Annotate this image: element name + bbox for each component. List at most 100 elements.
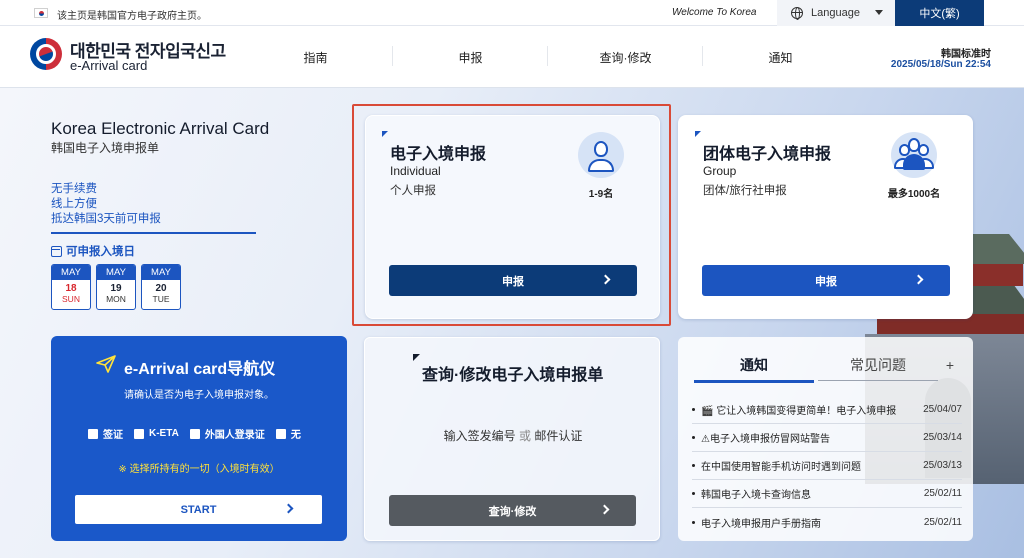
inquiry-desc-part: 邮件认证 [534,429,583,443]
date-card[interactable]: MAY 18 SUN [51,264,91,310]
notice-title: 🎬 它让入境韩国变得更简单！电子入境申报 [701,406,897,417]
calendar-icon [51,245,62,257]
inquiry-title: 查询·修改电子入境申报单 [422,367,604,384]
date-month: MAY [142,265,180,280]
bullet-icon [692,464,695,467]
checkbox-label: 外国人登录证 [204,430,265,441]
nav-notice[interactable]: 通知 [703,26,858,88]
inquiry-card: 查询·修改电子入境申报单 输入签发编号 或 邮件认证 查询·修改 [364,337,660,541]
globe-icon [791,7,803,20]
tab-notice[interactable]: 通知 [694,351,814,383]
site-header: 대한민국 전자입국신고 e-Arrival card 指南 申报 查询·修改 通… [0,26,1024,88]
language-label: Language [811,7,860,19]
welcome-text: Welcome To Korea [672,7,757,18]
benefit-list: 无手续费 线上方便 抵达韩国3天前可申报 [51,182,161,227]
button-label: 申报 [502,275,524,288]
chevron-right-icon [599,504,610,515]
top-utility-bar: 该主页是韩国官方电子政府主页。 Welcome To Korea Languag… [0,0,1024,26]
bullet-icon [692,436,695,439]
dates-label-text: 可申报入境日 [66,246,135,258]
date-card[interactable]: MAY 20 TUE [141,264,181,310]
bullet-icon [692,408,695,411]
language-select[interactable]: Language [777,0,895,26]
group-icon [891,132,937,178]
corner-marker-icon [382,131,388,137]
date-month: MAY [97,265,135,280]
more-plus-icon[interactable]: + [946,357,954,373]
bullet-icon [692,520,695,524]
checkbox-label: K-ETA [149,428,179,439]
navigator-title: e-Arrival card导航仪 [124,361,276,378]
card-title: 电子入境申报 [390,146,487,163]
tab-faq[interactable]: 常见问题 [818,351,938,381]
inquiry-desc-or: 或 [518,429,531,443]
chevron-right-icon [283,503,294,514]
notice-date: 25/02/11 [923,516,962,528]
individual-apply-button[interactable]: 申报 [389,265,637,296]
button-label: START [180,503,217,516]
button-label: 查询·修改 [488,505,537,518]
checkbox-alien-registration[interactable]: 外国人登录证 [189,426,265,441]
notice-title: 电子入境申报用户手册指南 [701,518,821,530]
date-card[interactable]: MAY 19 MON [96,264,136,310]
intro-divider [51,232,256,234]
current-language-button[interactable]: 中文(繁) [895,0,984,26]
inquiry-desc-part: 输入签发编号 [443,429,516,443]
main-nav: 指南 申报 查询·修改 通知 [238,26,858,88]
document-checkboxes: 签证 K-ETA 外国人登录证 无 [88,426,301,441]
nav-guide[interactable]: 指南 [238,26,393,88]
navigator-subtitle: 请确认是否为电子入境申报对象。 [124,390,274,401]
list-item[interactable]: 在中国使用智能手机访问时遇到问题 25/03/13 [692,452,962,480]
kst-label: 韩国标准时 [941,49,991,60]
date-day: 20 [155,283,167,294]
paper-plane-icon [96,355,116,373]
button-label: 申报 [815,275,837,288]
nav-apply[interactable]: 申报 [393,26,548,88]
card-description: 个人申报 [390,185,436,197]
notice-title: 在中国使用智能手机访问时遇到问题 [701,462,861,473]
available-dates-label: 可申报入境日 [51,243,135,259]
benefit-item: 无手续费 [51,183,97,195]
logo-english-text[interactable]: e-Arrival card [70,58,147,73]
checkbox-k-eta[interactable]: K-ETA [134,426,179,441]
notice-list: 🎬 它让入境韩国变得更简单！电子入境申报 25/04/07 ⚠电子入境申报仿冒网… [692,396,962,536]
person-icon [578,132,624,178]
start-button[interactable]: START [75,495,322,524]
checkbox-visa[interactable]: 签证 [88,426,123,441]
date-weekday: MON [106,294,126,304]
group-count: 最多1000名 [887,189,941,200]
individual-declaration-card: 电子入境申报 Individual 个人申报 1-9名 申报 [365,115,660,319]
group-apply-button[interactable]: 申报 [702,265,950,296]
list-item[interactable]: 韩国电子入境卡查询信息 25/02/11 [692,480,962,508]
card-english: Individual [390,164,441,178]
notice-panel: 通知 常见问题 + 🎬 它让入境韩国变得更简单！电子入境申报 25/04/07 … [678,337,973,541]
checkbox-none[interactable]: 无 [275,426,301,441]
date-month: MAY [52,265,90,280]
notice-date: 25/03/14 [923,432,962,443]
notice-date: 25/03/13 [923,460,962,471]
list-item[interactable]: 电子入境申报用户手册指南 25/02/11 [692,508,962,536]
inquiry-button[interactable]: 查询·修改 [389,495,636,526]
intro-subtitle: 韩国电子入境申报单 [51,141,160,155]
corner-marker-icon [413,354,420,361]
date-day: 18 [65,283,77,294]
notice-title: ⚠电子入境申报仿冒网站警告 [701,434,830,445]
list-item[interactable]: 🎬 它让入境韩国变得更简单！电子入境申报 25/04/07 [692,396,962,424]
caret-down-icon [875,10,883,15]
kst-time: 2025/05/18/Sun 22:54 [890,59,991,70]
date-day: 19 [110,283,122,294]
card-title: 团体电子入境申报 [703,146,832,163]
benefit-item: 抵达韩国3天前可申报 [51,213,161,225]
nav-inquiry[interactable]: 查询·修改 [548,26,703,88]
notice-date: 25/04/07 [923,404,962,415]
chevron-right-icon [600,274,611,285]
list-item[interactable]: ⚠电子入境申报仿冒网站警告 25/03/14 [692,424,962,452]
card-english: Group [703,164,737,178]
checkbox-label: 无 [290,430,301,441]
notice-title: 韩国电子入境卡查询信息 [701,490,811,501]
benefit-item: 线上方便 [51,198,97,210]
person-count: 1-9名 [588,189,614,200]
corner-marker-icon [695,131,701,137]
available-dates: MAY 18 SUN MAY 19 MON MAY 20 TUE [51,264,181,310]
korea-government-logo-icon[interactable] [30,38,62,70]
